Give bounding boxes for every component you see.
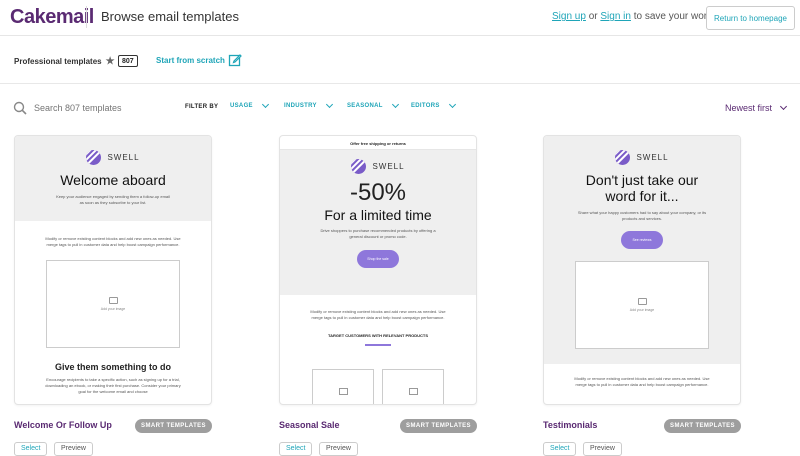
sort-dropdown[interactable]: Newest first [725, 102, 788, 113]
search-icon [13, 101, 27, 115]
image-placeholder: Add your image [575, 261, 709, 349]
smart-templates-badge: SMART TEMPLATES [400, 419, 477, 433]
image-placeholder-label: Add your image [629, 308, 655, 312]
edit-icon[interactable] [228, 53, 242, 67]
smart-templates-badge: SMART TEMPLATES [664, 419, 741, 433]
card-intro: Share what your happy customers had to s… [577, 210, 707, 221]
preview-button[interactable]: Preview [54, 442, 93, 456]
swell-brand: SWELL [15, 150, 211, 165]
image-icon [408, 388, 418, 395]
card-heading: -50% [349, 179, 407, 206]
star-icon: ★ [105, 56, 115, 67]
smart-templates-badge: SMART TEMPLATES [135, 419, 212, 433]
card-heading: Welcome aboard [60, 172, 166, 188]
filter-editors-label: EDITORS [411, 103, 440, 109]
chevron-down-icon [779, 102, 788, 111]
image-icon [637, 298, 647, 305]
tab-start-from-scratch[interactable]: Start from scratch [156, 56, 225, 65]
sort-label: Newest first [725, 103, 773, 113]
filter-usage[interactable]: USAGE [230, 100, 269, 109]
cakemail-logo[interactable]: Cakemail [10, 6, 94, 29]
tab-professional-label: Professional templates [14, 57, 102, 66]
auth-prompt: Sign up or Sign in to save your work [552, 11, 712, 22]
sign-up-link[interactable]: Sign up [552, 11, 586, 22]
select-button[interactable]: Select [14, 442, 48, 456]
search-input[interactable] [34, 100, 174, 116]
swell-brand: SWELL [280, 159, 476, 174]
card-body-text-2: Encourage recipients to take a specific … [45, 377, 181, 394]
template-card-welcome[interactable]: SWELL Welcome aboard Keep your audience … [14, 135, 212, 405]
page-title: Browse email templates [101, 9, 239, 24]
select-button[interactable]: Select [279, 442, 313, 456]
swell-brand: SWELL [544, 150, 740, 165]
product-placeholder [312, 369, 374, 404]
image-icon [108, 297, 118, 304]
swell-brand-label: SWELL [107, 153, 140, 162]
filter-industry[interactable]: INDUSTRY [284, 100, 333, 109]
card-body-text: Modify or remove existing content blocks… [45, 236, 181, 247]
sign-in-link[interactable]: Sign in [600, 11, 631, 22]
filter-editors[interactable]: EDITORS [411, 100, 456, 109]
see-reviews-button: See reviews [621, 231, 663, 249]
card-body-text: Modify or remove existing content blocks… [310, 309, 446, 320]
auth-or-text: or [588, 11, 598, 22]
swell-logo-icon [615, 150, 631, 165]
chevron-down-icon [325, 100, 333, 109]
card-hero: SWELL Don't just take our word for it...… [544, 136, 740, 364]
template-count-badge: 807 [118, 55, 138, 67]
card-body-text: Modify or remove existing content blocks… [574, 376, 710, 387]
template-card-testimonials[interactable]: SWELL Don't just take our word for it...… [543, 135, 741, 405]
card-hero: SWELL Welcome aboard Keep your audience … [15, 136, 211, 221]
card-subheading: Give them something to do [54, 362, 171, 372]
chevron-down-icon [448, 100, 456, 109]
auth-suffix-text: to save your work [633, 11, 713, 22]
card-heading: Don't just take our word for it... [585, 172, 699, 204]
preview-button[interactable]: Preview [319, 442, 358, 456]
card-banner: Offer free shipping or returns [280, 136, 476, 150]
template-card-seasonal-sale[interactable]: Offer free shipping or returns SWELL -50… [279, 135, 477, 405]
image-placeholder: Add your image [46, 260, 180, 348]
card-title-welcome[interactable]: Welcome Or Follow Up [14, 420, 112, 430]
swell-logo-icon [86, 150, 102, 165]
card-title-testimonials[interactable]: Testimonials [543, 420, 597, 430]
swell-logo-icon [351, 159, 367, 174]
chevron-down-icon [261, 100, 269, 109]
section-divider [365, 344, 391, 346]
chevron-down-icon [391, 100, 399, 109]
filter-seasonal[interactable]: SEASONAL [347, 100, 399, 109]
card-hero: SWELL -50% For a limited time Drive shop… [280, 150, 476, 295]
swell-brand-label: SWELL [636, 153, 669, 162]
filter-usage-label: USAGE [230, 103, 253, 109]
return-to-homepage-button[interactable]: Return to homepage [706, 6, 795, 30]
filter-seasonal-label: SEASONAL [347, 103, 383, 109]
card-subheading: For a limited time [324, 207, 432, 223]
card-section-title: TARGET CUSTOMERS WITH RELEVANT PRODUCTS [328, 333, 428, 338]
card-title-seasonal-sale[interactable]: Seasonal Sale [279, 420, 340, 430]
tab-professional-templates[interactable]: Professional templates ★ [14, 56, 115, 67]
select-button[interactable]: Select [543, 442, 577, 456]
top-bar: Cakemail Browse email templates Sign up … [0, 0, 800, 36]
shop-the-sale-button: Shop the sale [357, 250, 399, 268]
header-divider [86, 6, 87, 28]
image-icon [338, 388, 348, 395]
card-intro: Drive shoppers to purchase recommended p… [320, 228, 436, 239]
filter-industry-label: INDUSTRY [284, 103, 317, 109]
swell-brand-label: SWELL [372, 162, 405, 171]
preview-button[interactable]: Preview [583, 442, 622, 456]
template-tabs: Professional templates ★ 807 Start from … [0, 37, 800, 84]
filter-by-label: FILTER BY [185, 104, 219, 110]
product-placeholder [382, 369, 444, 404]
image-placeholder-label: Add your image [100, 307, 126, 311]
card-intro: Keep your audience engaged by sending th… [56, 194, 170, 205]
